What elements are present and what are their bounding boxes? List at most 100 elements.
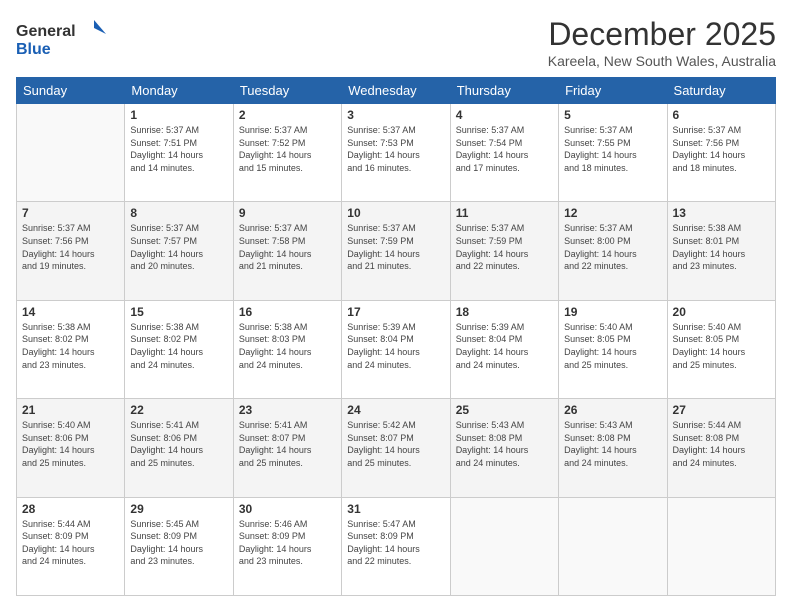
cell-info: Sunrise: 5:39 AM Sunset: 8:04 PM Dayligh… (456, 321, 553, 371)
calendar-week-row: 1 Sunrise: 5:37 AM Sunset: 7:51 PM Daylig… (17, 104, 776, 202)
calendar-cell: 15Sunrise: 5:38 AM Sunset: 8:02 PM Dayli… (125, 300, 233, 398)
cell-info: Sunrise: 5:37 AM Sunset: 7:53 PM Dayligh… (347, 124, 444, 174)
calendar-cell: 28Sunrise: 5:44 AM Sunset: 8:09 PM Dayli… (17, 497, 125, 595)
day-number: 11 (456, 206, 553, 220)
calendar-header-row: SundayMondayTuesdayWednesdayThursdayFrid… (17, 78, 776, 104)
cell-info: Sunrise: 5:37 AM Sunset: 7:59 PM Dayligh… (456, 222, 553, 272)
calendar-cell: 26Sunrise: 5:43 AM Sunset: 8:08 PM Dayli… (559, 399, 667, 497)
calendar-cell: 25Sunrise: 5:43 AM Sunset: 8:08 PM Dayli… (450, 399, 558, 497)
cell-info: Sunrise: 5:37 AM Sunset: 7:51 PM Dayligh… (130, 124, 227, 174)
calendar-cell: 30 Sunrise: 5:46 AM Sunset: 8:09 PM Dayli… (233, 497, 341, 595)
calendar-cell: 12Sunrise: 5:37 AM Sunset: 8:00 PM Dayli… (559, 202, 667, 300)
calendar-cell: 6 Sunrise: 5:37 AM Sunset: 7:56 PM Daylig… (667, 104, 775, 202)
day-number: 6 (673, 108, 770, 122)
calendar-cell: 21 Sunrise: 5:40 AM Sunset: 8:06 PM Dayli… (17, 399, 125, 497)
calendar-cell: 24 Sunrise: 5:42 AM Sunset: 8:07 PM Dayli… (342, 399, 450, 497)
calendar-cell: 4 Sunrise: 5:37 AM Sunset: 7:54 PM Daylig… (450, 104, 558, 202)
calendar-cell (17, 104, 125, 202)
calendar-cell: 29 Sunrise: 5:45 AM Sunset: 8:09 PM Dayli… (125, 497, 233, 595)
day-number: 29 (130, 502, 227, 516)
day-number: 10 (347, 206, 444, 220)
calendar-table: SundayMondayTuesdayWednesdayThursdayFrid… (16, 77, 776, 596)
calendar-cell: 13 Sunrise: 5:38 AM Sunset: 8:01 PM Dayli… (667, 202, 775, 300)
calendar-cell: 19 Sunrise: 5:40 AM Sunset: 8:05 PM Dayli… (559, 300, 667, 398)
cell-info: Sunrise: 5:44 AM Sunset: 8:09 PM Dayligh… (22, 518, 119, 568)
calendar-cell: 31 Sunrise: 5:47 AM Sunset: 8:09 PM Dayli… (342, 497, 450, 595)
day-number: 19 (564, 305, 661, 319)
calendar-cell: 17 Sunrise: 5:39 AM Sunset: 8:04 PM Dayli… (342, 300, 450, 398)
day-number: 24 (347, 403, 444, 417)
calendar-cell: 3 Sunrise: 5:37 AM Sunset: 7:53 PM Daylig… (342, 104, 450, 202)
calendar-cell: 23 Sunrise: 5:41 AM Sunset: 8:07 PM Dayli… (233, 399, 341, 497)
calendar-cell (450, 497, 558, 595)
day-number: 9 (239, 206, 336, 220)
calendar-cell (559, 497, 667, 595)
day-number: 26 (564, 403, 661, 417)
cell-info: Sunrise: 5:44 AM Sunset: 8:08 PM Dayligh… (673, 419, 770, 469)
day-number: 2 (239, 108, 336, 122)
cell-info: Sunrise: 5:40 AM Sunset: 8:05 PM Dayligh… (673, 321, 770, 371)
day-number: 4 (456, 108, 553, 122)
calendar-cell: 5 Sunrise: 5:37 AM Sunset: 7:55 PM Daylig… (559, 104, 667, 202)
day-number: 22 (130, 403, 227, 417)
cell-info: Sunrise: 5:40 AM Sunset: 8:06 PM Dayligh… (22, 419, 119, 469)
day-number: 13 (673, 206, 770, 220)
calendar-cell: 10 Sunrise: 5:37 AM Sunset: 7:59 PM Dayli… (342, 202, 450, 300)
col-header-saturday: Saturday (667, 78, 775, 104)
calendar-cell: 9Sunrise: 5:37 AM Sunset: 7:58 PM Daylig… (233, 202, 341, 300)
cell-info: Sunrise: 5:38 AM Sunset: 8:01 PM Dayligh… (673, 222, 770, 272)
col-header-sunday: Sunday (17, 78, 125, 104)
cell-info: Sunrise: 5:40 AM Sunset: 8:05 PM Dayligh… (564, 321, 661, 371)
cell-info: Sunrise: 5:37 AM Sunset: 7:57 PM Dayligh… (130, 222, 227, 272)
calendar-cell: 22Sunrise: 5:41 AM Sunset: 8:06 PM Dayli… (125, 399, 233, 497)
location: Kareela, New South Wales, Australia (548, 53, 776, 69)
cell-info: Sunrise: 5:37 AM Sunset: 7:55 PM Dayligh… (564, 124, 661, 174)
cell-info: Sunrise: 5:38 AM Sunset: 8:03 PM Dayligh… (239, 321, 336, 371)
svg-text:General: General (16, 23, 76, 40)
cell-info: Sunrise: 5:45 AM Sunset: 8:09 PM Dayligh… (130, 518, 227, 568)
cell-info: Sunrise: 5:37 AM Sunset: 7:56 PM Dayligh… (673, 124, 770, 174)
day-number: 21 (22, 403, 119, 417)
day-number: 30 (239, 502, 336, 516)
col-header-friday: Friday (559, 78, 667, 104)
calendar-cell: 2Sunrise: 5:37 AM Sunset: 7:52 PM Daylig… (233, 104, 341, 202)
day-number: 23 (239, 403, 336, 417)
svg-text:Blue: Blue (16, 41, 51, 58)
cell-info: Sunrise: 5:42 AM Sunset: 8:07 PM Dayligh… (347, 419, 444, 469)
day-number: 1 (130, 108, 227, 122)
day-number: 17 (347, 305, 444, 319)
day-number: 12 (564, 206, 661, 220)
col-header-tuesday: Tuesday (233, 78, 341, 104)
cell-info: Sunrise: 5:47 AM Sunset: 8:09 PM Dayligh… (347, 518, 444, 568)
cell-info: Sunrise: 5:41 AM Sunset: 8:07 PM Dayligh… (239, 419, 336, 469)
cell-info: Sunrise: 5:43 AM Sunset: 8:08 PM Dayligh… (456, 419, 553, 469)
calendar-week-row: 21 Sunrise: 5:40 AM Sunset: 8:06 PM Dayli… (17, 399, 776, 497)
col-header-thursday: Thursday (450, 78, 558, 104)
day-number: 5 (564, 108, 661, 122)
title-block: December 2025 Kareela, New South Wales, … (548, 16, 776, 69)
cell-info: Sunrise: 5:38 AM Sunset: 8:02 PM Dayligh… (22, 321, 119, 371)
calendar-cell: 11 Sunrise: 5:37 AM Sunset: 7:59 PM Dayli… (450, 202, 558, 300)
col-header-monday: Monday (125, 78, 233, 104)
day-number: 27 (673, 403, 770, 417)
col-header-wednesday: Wednesday (342, 78, 450, 104)
calendar-cell (667, 497, 775, 595)
calendar-cell: 27 Sunrise: 5:44 AM Sunset: 8:08 PM Dayli… (667, 399, 775, 497)
logo: General Blue (16, 16, 106, 60)
day-number: 3 (347, 108, 444, 122)
calendar-cell: 20Sunrise: 5:40 AM Sunset: 8:05 PM Dayli… (667, 300, 775, 398)
header: General Blue December 2025 Kareela, New … (16, 16, 776, 69)
cell-info: Sunrise: 5:38 AM Sunset: 8:02 PM Dayligh… (130, 321, 227, 371)
cell-info: Sunrise: 5:37 AM Sunset: 7:59 PM Dayligh… (347, 222, 444, 272)
month-title: December 2025 (548, 16, 776, 53)
cell-info: Sunrise: 5:39 AM Sunset: 8:04 PM Dayligh… (347, 321, 444, 371)
cell-info: Sunrise: 5:37 AM Sunset: 7:54 PM Dayligh… (456, 124, 553, 174)
calendar-week-row: 28Sunrise: 5:44 AM Sunset: 8:09 PM Dayli… (17, 497, 776, 595)
day-number: 16 (239, 305, 336, 319)
calendar-cell: 8 Sunrise: 5:37 AM Sunset: 7:57 PM Daylig… (125, 202, 233, 300)
cell-info: Sunrise: 5:46 AM Sunset: 8:09 PM Dayligh… (239, 518, 336, 568)
day-number: 31 (347, 502, 444, 516)
day-number: 8 (130, 206, 227, 220)
calendar-cell: 16 Sunrise: 5:38 AM Sunset: 8:03 PM Dayli… (233, 300, 341, 398)
day-number: 14 (22, 305, 119, 319)
